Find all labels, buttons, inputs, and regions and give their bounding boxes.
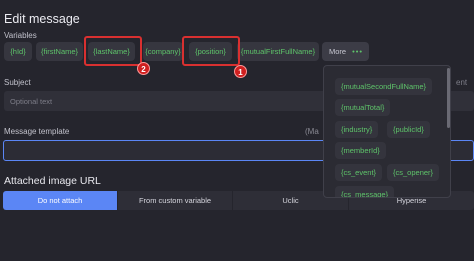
annotation-box-lastname [84,36,142,66]
more-label: More [329,47,347,56]
tab-do-not-attach[interactable]: Do not attach [3,191,117,210]
page-title: Edit message [4,12,80,26]
dropdown-item-memberid[interactable]: {memberId} [335,142,386,159]
variables-label: Variables [4,31,37,40]
subject-hint: ent [456,78,468,87]
more-dots-icon: ••• [352,47,363,56]
variable-chip-mutualfirstfullname[interactable]: {mutualFirstFullName} [237,42,319,61]
annotation-box-position [182,36,240,66]
template-hint: (Ma [305,127,319,136]
variable-chip-hid[interactable]: {hId} [4,42,32,61]
subject-label: Subject [4,78,31,87]
template-label: Message template [4,127,70,136]
more-variables-button[interactable]: More ••• [322,42,369,61]
dropdown-item-industry[interactable]: {industry} [335,121,379,138]
dropdown-item-cs-opener[interactable]: {cs_opener} [387,164,440,181]
variable-chip-company[interactable]: {company} [143,42,183,61]
annotation-badge-1: 1 [234,65,247,78]
dropdown-scrollbar[interactable] [447,68,450,128]
dropdown-item-mutualtotal[interactable]: {mutualTotal} [335,99,391,116]
variable-chip-firstname[interactable]: {firstName} [36,42,83,61]
attached-image-title: Attached image URL [4,175,101,187]
dropdown-item-mutualsecondfullname[interactable]: {mutualSecondFullName} [335,78,433,95]
dropdown-item-publicid[interactable]: {publicId} [387,121,430,138]
dropdown-item-cs-event[interactable]: {cs_event} [335,164,383,181]
tab-from-custom-variable[interactable]: From custom variable [118,191,232,210]
dropdown-item-cs-message[interactable]: {cs_message} [335,186,395,197]
subject-placeholder: Optional text [10,97,53,106]
annotation-badge-2: 2 [137,62,150,75]
more-variables-dropdown: {mutualSecondFullName} {mutualTotal} {in… [323,65,451,198]
